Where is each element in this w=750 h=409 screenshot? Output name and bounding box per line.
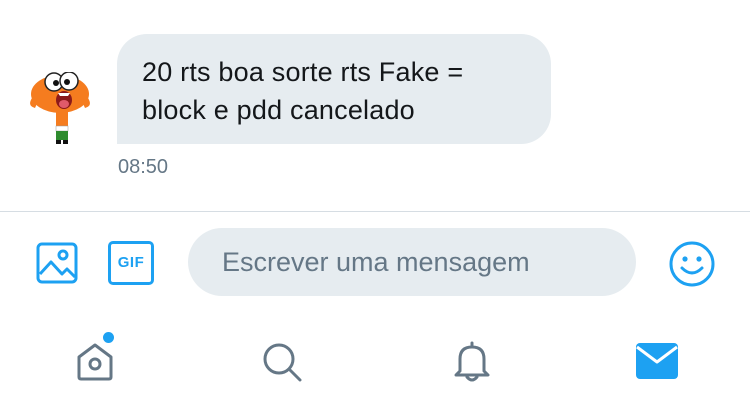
- message-text: 20 rts boa sorte rts Fake = block e pdd …: [142, 57, 464, 125]
- home-icon: [77, 343, 113, 381]
- conversation-thread: 20 rts boa sorte rts Fake = block e pdd …: [0, 0, 750, 212]
- gif-icon: GIF: [108, 241, 154, 285]
- add-gif-button[interactable]: GIF: [108, 241, 154, 285]
- emoji-icon: [669, 241, 715, 287]
- add-image-button[interactable]: [36, 242, 78, 284]
- avatar-character-icon: [30, 71, 90, 144]
- mail-icon: [636, 343, 678, 379]
- message-composer: GIF Escrever uma mensagem: [0, 212, 750, 312]
- tab-notifications[interactable]: [374, 312, 561, 409]
- tab-search[interactable]: [187, 312, 374, 409]
- home-notification-dot: [103, 332, 114, 343]
- message-input[interactable]: Escrever uma mensagem: [188, 228, 636, 296]
- search-icon: [263, 343, 302, 382]
- message-timestamp: 08:50: [118, 156, 169, 178]
- message-bubble[interactable]: 20 rts boa sorte rts Fake = block e pdd …: [117, 34, 551, 144]
- emoji-button[interactable]: [668, 240, 716, 288]
- bottom-tab-bar: [0, 312, 750, 409]
- image-icon: [36, 242, 78, 284]
- tab-messages[interactable]: [561, 312, 748, 409]
- bell-icon: [454, 341, 490, 382]
- tab-home[interactable]: [0, 312, 187, 409]
- avatar[interactable]: [28, 71, 92, 144]
